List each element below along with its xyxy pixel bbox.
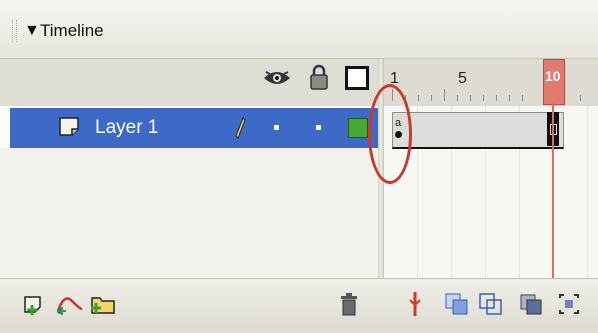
annotation-ellipse: [368, 84, 412, 184]
visibility-dot-icon[interactable]: [274, 125, 279, 130]
onion-skin-outlines-icon[interactable]: [478, 292, 504, 316]
ruler-label-10: 10: [545, 68, 561, 84]
pencil-icon: [235, 117, 246, 139]
edit-multiple-frames-icon[interactable]: [518, 292, 544, 316]
layer-name[interactable]: Layer 1: [95, 117, 158, 139]
add-motion-guide-icon[interactable]: [54, 291, 84, 317]
eye-icon[interactable]: [262, 68, 292, 88]
trash-can-icon[interactable]: [338, 291, 360, 317]
ruler-label-5: 5: [458, 70, 467, 87]
lock-dot-icon[interactable]: [316, 125, 321, 130]
panel-title: Timeline: [40, 21, 104, 40]
frame-ruler[interactable]: [384, 59, 598, 106]
onion-skin-icon[interactable]: [444, 292, 470, 316]
collapse-triangle-icon[interactable]: ▼: [24, 22, 40, 40]
modify-onion-markers-icon[interactable]: [556, 292, 582, 316]
frame-span[interactable]: [392, 112, 564, 149]
insert-layer-icon[interactable]: [22, 291, 50, 317]
layer-row-layer-1[interactable]: Layer 1: [10, 108, 378, 148]
layer-list[interactable]: [0, 148, 378, 278]
insert-folder-icon[interactable]: [88, 291, 118, 317]
outline-square-icon[interactable]: [345, 66, 369, 90]
center-frame-icon[interactable]: [404, 290, 426, 318]
outline-color-swatch[interactable]: [348, 118, 368, 138]
panel-grip[interactable]: [12, 20, 17, 42]
padlock-icon[interactable]: [308, 63, 330, 91]
layer-icon: [59, 117, 79, 136]
